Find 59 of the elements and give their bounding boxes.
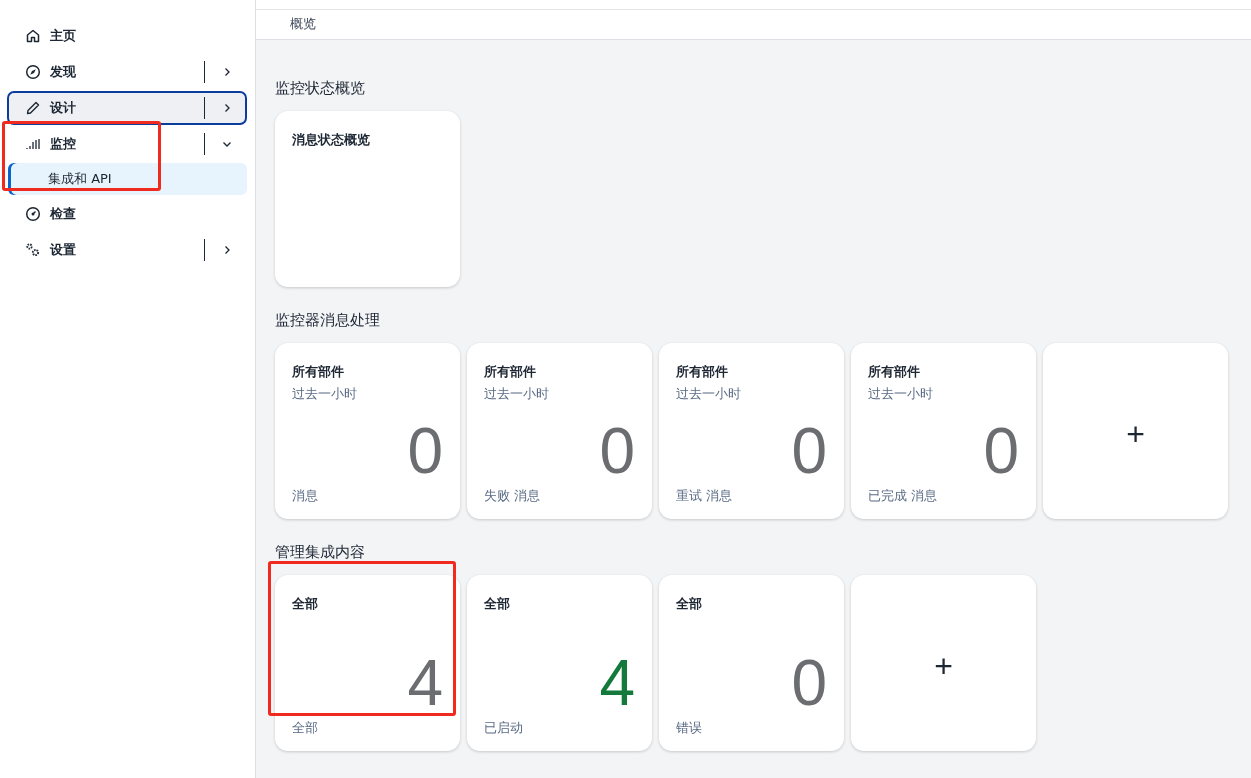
- nav-item[interactable]: 检查: [7, 197, 247, 231]
- card-title: 全部: [292, 595, 319, 613]
- breadcrumb[interactable]: 概览: [290, 15, 316, 34]
- overview-card[interactable]: 消息状态概览: [275, 111, 460, 287]
- add-card-button[interactable]: +: [851, 575, 1036, 751]
- card-caption: 失败 消息: [484, 487, 542, 505]
- stat-card[interactable]: 全部 4 已启动: [467, 575, 652, 751]
- section-title: 管理集成内容: [275, 546, 366, 558]
- stat-card[interactable]: 所有部件 过去一小时 0 消息: [275, 343, 460, 519]
- gears-icon: [25, 242, 41, 258]
- nav-label: 监控: [50, 135, 77, 153]
- card-subtitle: 过去一小时: [676, 385, 742, 403]
- card-caption: 全部: [292, 719, 319, 737]
- nav-item[interactable]: 设置: [7, 233, 247, 267]
- compass-icon: [25, 64, 41, 80]
- nav-label: 设置: [50, 241, 77, 259]
- card-caption: 已完成 消息: [868, 487, 939, 505]
- nav-subitem[interactable]: 集成和 API: [8, 163, 247, 195]
- card-title: 消息状态概览: [292, 131, 371, 149]
- stat-value: 0: [790, 651, 827, 715]
- card-subtitle: 过去一小时: [868, 385, 934, 403]
- stat-value: 0: [982, 419, 1019, 483]
- card-title: 所有部件: [676, 363, 729, 381]
- card-title: 所有部件: [484, 363, 537, 381]
- nav-item[interactable]: 监控: [7, 127, 247, 161]
- stat-value: 4: [406, 651, 443, 715]
- card-title: 所有部件: [292, 363, 345, 381]
- card-caption: 已启动: [484, 719, 524, 737]
- nav-label: 检查: [50, 205, 77, 223]
- stat-value: 4: [598, 651, 635, 715]
- nav-item[interactable]: 设计: [7, 91, 247, 125]
- card-caption: 重试 消息: [676, 487, 734, 505]
- nav-label: 设计: [50, 99, 77, 117]
- card-caption: 消息: [292, 487, 319, 505]
- stat-card[interactable]: 所有部件 过去一小时 0 已完成 消息: [851, 343, 1036, 519]
- stat-card[interactable]: 所有部件 过去一小时 0 失败 消息: [467, 343, 652, 519]
- card-subtitle: 过去一小时: [484, 385, 550, 403]
- stat-card[interactable]: 所有部件 过去一小时 0 重试 消息: [659, 343, 844, 519]
- home-icon: [25, 28, 41, 44]
- stat-value: 0: [406, 419, 443, 483]
- card-caption: 错误: [676, 719, 703, 737]
- nav-item[interactable]: 发现: [7, 55, 247, 89]
- card-title: 所有部件: [868, 363, 921, 381]
- add-card-button[interactable]: +: [1043, 343, 1228, 519]
- section-title: 监控状态概览: [275, 82, 366, 94]
- nav-label: 主页: [50, 27, 77, 45]
- nav-item[interactable]: 主页: [7, 19, 247, 53]
- signal-bars-icon: [25, 136, 41, 152]
- card-title: 全部: [676, 595, 703, 613]
- stat-card[interactable]: 全部 4 全部: [275, 575, 460, 751]
- stat-value: 0: [598, 419, 635, 483]
- gauge-icon: [25, 206, 41, 222]
- pencil-icon: [25, 100, 41, 116]
- card-title: 全部: [484, 595, 511, 613]
- card-subtitle: 过去一小时: [292, 385, 358, 403]
- section-title: 监控器消息处理: [275, 314, 381, 326]
- nav-label: 发现: [50, 63, 77, 81]
- stat-card[interactable]: 全部 0 错误: [659, 575, 844, 751]
- stat-value: 0: [790, 419, 827, 483]
